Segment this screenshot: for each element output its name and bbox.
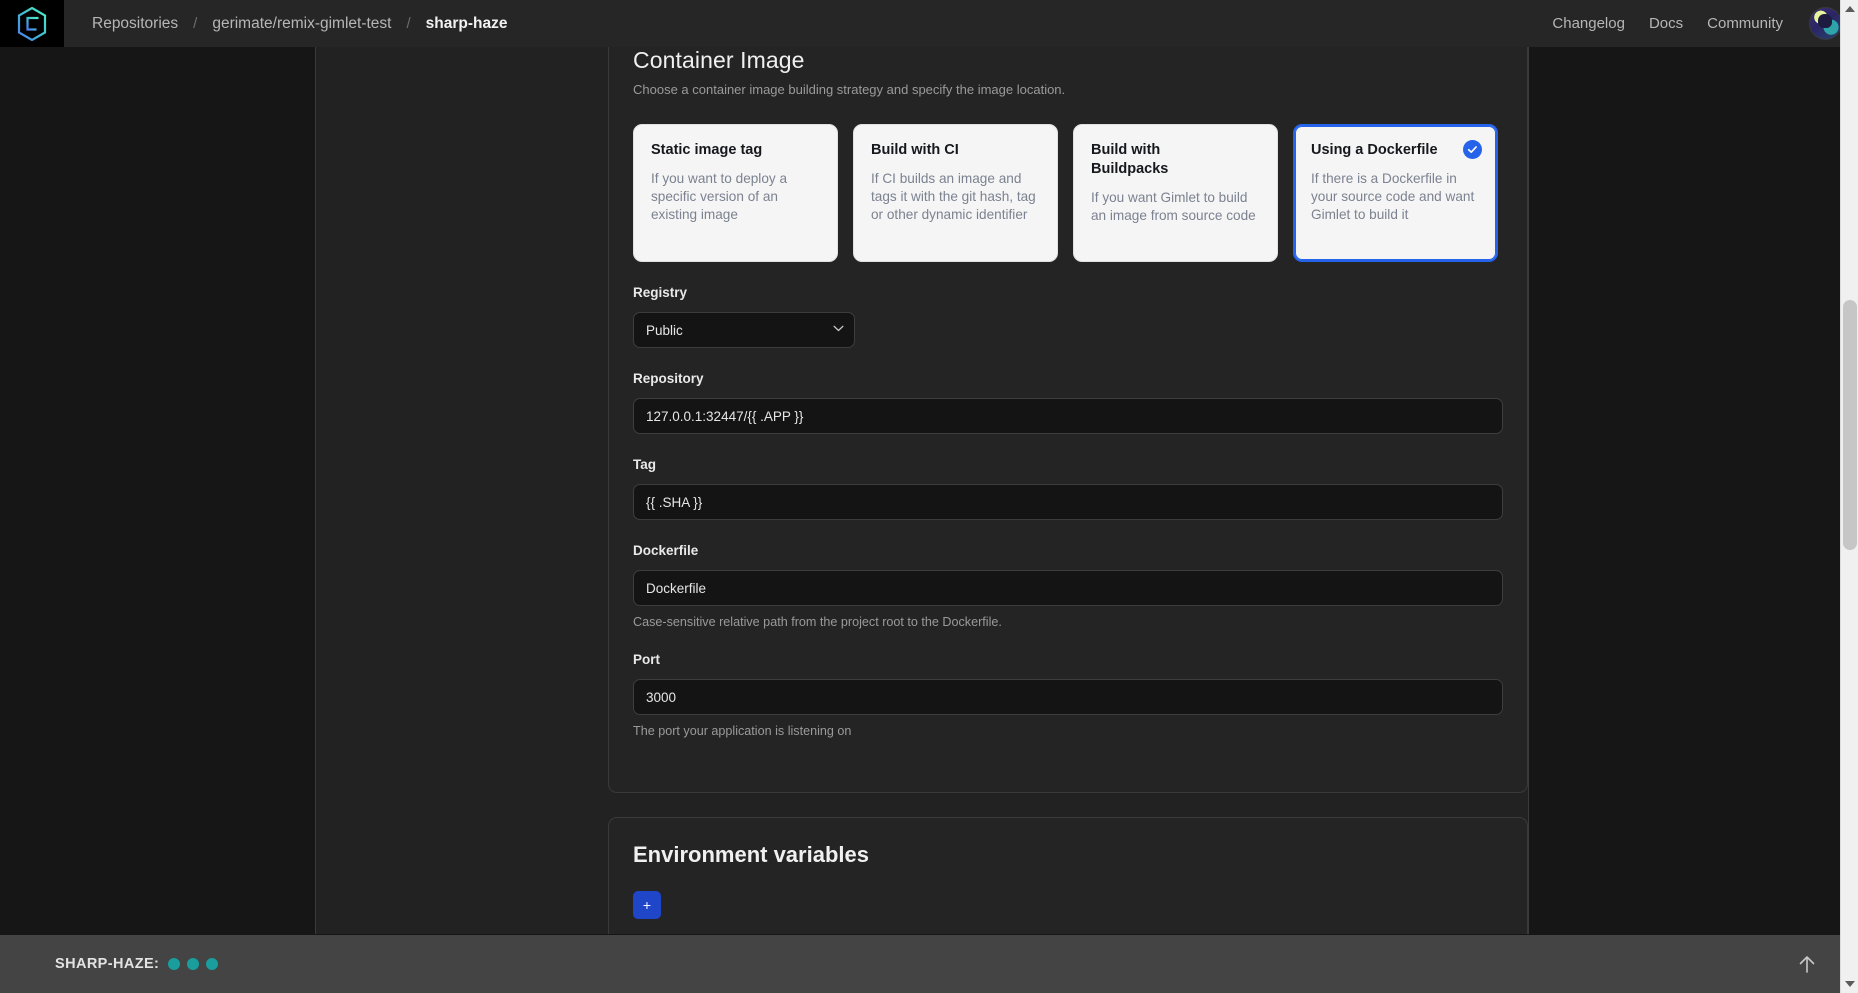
page-scrollbar[interactable] xyxy=(1840,0,1858,993)
field-repository: Repository xyxy=(633,370,1503,434)
dockerfile-input[interactable] xyxy=(633,570,1503,606)
port-hint: The port your application is listening o… xyxy=(633,724,852,738)
registry-label: Registry xyxy=(633,285,688,300)
field-port: Port The port your application is listen… xyxy=(633,651,1503,738)
port-input[interactable] xyxy=(633,679,1503,715)
option-card-static-image-tag[interactable]: Static image tag If you want to deploy a… xyxy=(633,124,838,262)
gimlet-hexagon-logo-icon xyxy=(17,6,47,41)
check-circle-icon xyxy=(1463,140,1482,159)
option-card-using-a-dockerfile[interactable]: Using a Dockerfile If there is a Dockerf… xyxy=(1293,124,1498,262)
scroll-down-arrow-icon[interactable] xyxy=(1841,975,1858,993)
app-root: Repositories / gerimate/remix-gimlet-tes… xyxy=(0,0,1858,993)
breadcrumb-separator: / xyxy=(406,15,411,32)
field-dockerfile: Dockerfile Case-sensitive relative path … xyxy=(633,542,1503,629)
scroll-up-arrow-icon[interactable] xyxy=(1841,0,1858,18)
user-avatar[interactable] xyxy=(1809,7,1842,40)
add-environment-variable-button[interactable]: + xyxy=(633,891,661,919)
repository-input[interactable] xyxy=(633,398,1503,434)
option-description: If you want Gimlet to build an image fro… xyxy=(1091,189,1256,223)
option-title: Build with Buildpacks xyxy=(1091,142,1169,177)
option-description: If there is a Dockerfile in your source … xyxy=(1311,170,1475,222)
breadcrumb-item-repo[interactable]: gerimate/remix-gimlet-test xyxy=(199,15,404,33)
nav-link-community[interactable]: Community xyxy=(1695,15,1795,32)
dockerfile-label: Dockerfile xyxy=(633,543,699,558)
option-title: Using a Dockerfile xyxy=(1311,142,1438,158)
app-logo[interactable] xyxy=(0,0,64,47)
dockerfile-hint: Case-sensitive relative path from the pr… xyxy=(633,615,1002,629)
status-dot xyxy=(168,958,181,970)
option-card-build-with-buildpacks[interactable]: Build with Buildpacks If you want Gimlet… xyxy=(1073,124,1278,262)
option-title: Build with CI xyxy=(871,142,959,158)
container-image-title: Container Image xyxy=(633,47,805,73)
main-content-column: Container Image Choose a container image… xyxy=(316,47,1528,934)
field-registry: Registry Public Private Gimlet Registry xyxy=(633,284,1503,348)
nav-link-changelog[interactable]: Changelog xyxy=(1540,15,1637,32)
status-dot xyxy=(187,958,200,970)
option-card-build-with-ci[interactable]: Build with CI If CI builds an image and … xyxy=(853,124,1058,262)
right-column-divider xyxy=(1528,47,1529,934)
option-description: If CI builds an image and tags it with t… xyxy=(871,170,1036,222)
environment-variables-title: Environment variables xyxy=(633,842,869,867)
status-app-name: SHARP-HAZE: xyxy=(55,956,160,972)
tag-input[interactable] xyxy=(633,484,1503,520)
container-image-subtitle: Choose a container image building strate… xyxy=(633,82,1066,97)
scrollbar-thumb[interactable] xyxy=(1843,300,1857,550)
option-title: Static image tag xyxy=(651,142,763,158)
arrow-up-icon[interactable] xyxy=(1796,953,1818,975)
container-image-panel: Container Image Choose a container image… xyxy=(608,47,1528,793)
status-dot xyxy=(206,958,219,970)
breadcrumb-item-repositories[interactable]: Repositories xyxy=(79,15,191,33)
port-label: Port xyxy=(633,652,660,667)
option-description: If you want to deploy a specific version… xyxy=(651,170,788,222)
field-tag: Tag xyxy=(633,456,1503,520)
top-nav-links: Changelog Docs Community xyxy=(1540,7,1858,40)
deployment-status-bar: SHARP-HAZE: xyxy=(0,935,1840,993)
status-dots xyxy=(168,958,219,970)
environment-variables-panel: Environment variables + xyxy=(608,817,1528,934)
breadcrumb-separator: / xyxy=(193,15,198,32)
build-strategy-options: Static image tag If you want to deploy a… xyxy=(633,124,1503,262)
breadcrumb-item-current[interactable]: sharp-haze xyxy=(413,15,521,33)
breadcrumb: Repositories / gerimate/remix-gimlet-tes… xyxy=(79,15,521,33)
nav-link-docs[interactable]: Docs xyxy=(1637,15,1695,32)
registry-select[interactable]: Public Private Gimlet Registry xyxy=(633,312,855,348)
top-navigation-bar: Repositories / gerimate/remix-gimlet-tes… xyxy=(0,0,1858,47)
tag-label: Tag xyxy=(633,457,656,472)
repository-label: Repository xyxy=(633,371,704,386)
